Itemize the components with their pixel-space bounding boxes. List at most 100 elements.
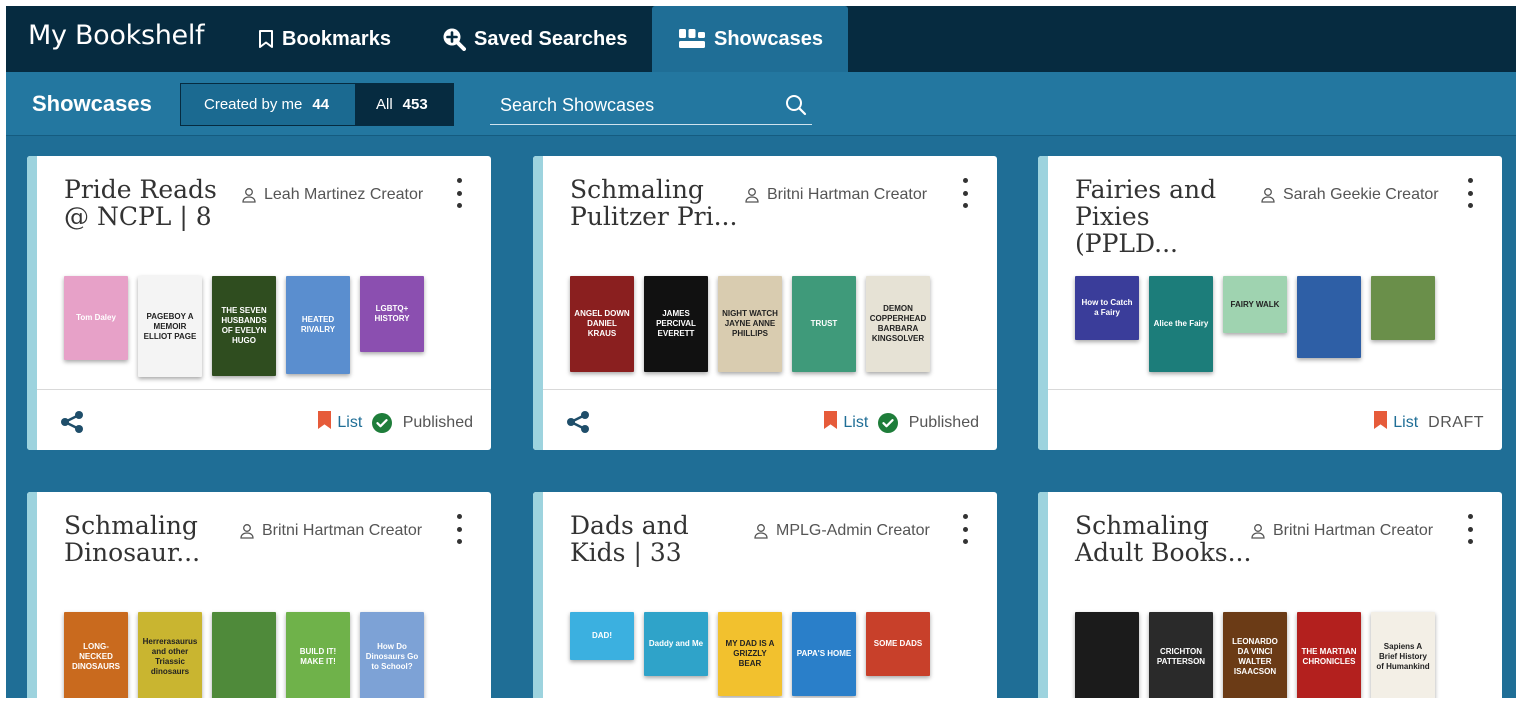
showcase-title[interactable]: Schmaling Adult Books...	[1075, 512, 1255, 566]
book-cover[interactable]: DAD!	[570, 612, 634, 660]
list-label: List	[1393, 413, 1419, 431]
book-cover[interactable]: THE SEVEN HUSBANDS OF EVELYN HUGO	[212, 276, 276, 376]
tab-showcases-label: Showcases	[714, 27, 823, 50]
showcases-toolbar: Showcases Created by me 44 All 453	[6, 72, 1516, 136]
more-options-icon[interactable]	[449, 176, 469, 210]
book-cover[interactable]: FAIRY WALK	[1223, 276, 1287, 333]
showcase-card[interactable]: Pride Reads @ NCPL | 8 Leah Martinez Cre…	[27, 156, 491, 450]
book-cover[interactable]: Tom Daley	[64, 276, 128, 360]
list-bookmark-icon	[317, 410, 332, 435]
filter-all-button[interactable]: All 453	[355, 84, 453, 125]
showcase-title[interactable]: Pride Reads @ NCPL | 8	[64, 176, 244, 230]
draft-label: DRAFT	[1428, 413, 1484, 431]
more-options-icon[interactable]	[1460, 512, 1480, 546]
book-cover[interactable]: THE MARTIAN CHRONICLES	[1297, 612, 1361, 698]
list-label: List	[337, 413, 363, 431]
book-cover[interactable]: CRICHTON PATTERSON	[1149, 612, 1213, 698]
showcase-icon	[678, 28, 706, 50]
user-icon	[744, 187, 760, 203]
share-icon[interactable]	[59, 410, 85, 439]
user-icon	[1260, 187, 1276, 203]
user-icon	[241, 187, 257, 203]
user-icon	[1250, 523, 1266, 539]
tab-saved-searches[interactable]: Saved Searches	[442, 6, 627, 72]
card-footer: List Published	[37, 389, 491, 450]
book-cover[interactable]: LGBTQ+ HISTORY	[360, 276, 424, 352]
book-cover[interactable]	[1371, 276, 1435, 340]
tab-bookmarks-label: Bookmarks	[282, 27, 391, 50]
book-cover[interactable]	[1075, 612, 1139, 698]
filter-created-by-me-button[interactable]: Created by me 44	[181, 84, 355, 125]
card-status: List DRAFT	[1373, 410, 1484, 435]
filter-all-label: All	[376, 96, 393, 113]
book-cover[interactable]: MY DAD IS A GRIZZLY BEAR	[718, 612, 782, 696]
showcase-title[interactable]: Schmaling Pulitzer Pri...	[570, 176, 750, 230]
user-icon	[239, 523, 255, 539]
list-label: List	[843, 413, 869, 431]
showcase-title[interactable]: Fairies and Pixies (PPLD...	[1075, 176, 1255, 257]
showcase-card[interactable]: Fairies and Pixies (PPLD... Sarah Geekie…	[1038, 156, 1502, 450]
book-cover[interactable]: LEONARDO DA VINCI WALTER ISAACSON	[1223, 612, 1287, 698]
showcase-card[interactable]: Schmaling Pulitzer Pri... Britni Hartman…	[533, 156, 997, 450]
showcase-creator: MPLG-Admin Creator	[753, 522, 930, 540]
more-options-icon[interactable]	[955, 512, 975, 546]
card-status: List Published	[317, 410, 473, 435]
book-cover[interactable]: Daddy and Me	[644, 612, 708, 676]
card-footer: List DRAFT	[1048, 389, 1502, 450]
book-cover[interactable]: Alice the Fairy	[1149, 276, 1213, 372]
app-title: My Bookshelf	[28, 20, 205, 51]
book-cover[interactable]: JAMES PERCIVAL EVERETT	[644, 276, 708, 372]
showcase-card[interactable]: Dads and Kids | 33 MPLG-Admin Creator DA…	[533, 492, 997, 698]
book-cover[interactable]: PAPA'S HOME	[792, 612, 856, 696]
showcase-card[interactable]: Schmaling Adult Books... Britni Hartman …	[1038, 492, 1502, 698]
book-cover[interactable]: BUILD IT! MAKE IT!	[286, 612, 350, 698]
showcase-creator: Britni Hartman Creator	[239, 522, 422, 540]
bookmark-icon	[258, 29, 274, 49]
showcase-creator: Britni Hartman Creator	[1250, 522, 1433, 540]
page-title: Showcases	[32, 91, 152, 116]
book-cover[interactable]: TRUST	[792, 276, 856, 372]
tab-bookmarks[interactable]: Bookmarks	[258, 6, 391, 72]
showcase-creator: Leah Martinez Creator	[241, 186, 423, 204]
book-cover[interactable]: NIGHT WATCH JAYNE ANNE PHILLIPS	[718, 276, 782, 372]
book-cover[interactable]: HEATED RIVALRY	[286, 276, 350, 374]
share-icon[interactable]	[565, 410, 591, 439]
book-cover[interactable]: PAGEBOY A MEMOIR ELLIOT PAGE	[138, 276, 202, 377]
book-cover[interactable]: LONG-NECKED DINOSAURS	[64, 612, 128, 698]
book-cover[interactable]: DEMON COPPERHEAD BARBARA KINGSOLVER	[866, 276, 930, 372]
list-bookmark-icon	[823, 410, 838, 435]
tab-showcases[interactable]: Showcases	[652, 6, 848, 72]
search-input[interactable]	[490, 88, 770, 122]
more-options-icon[interactable]	[1460, 176, 1480, 210]
book-cover[interactable]	[1297, 276, 1361, 358]
showcase-card[interactable]: Schmaling Dinosaur... Britni Hartman Cre…	[27, 492, 491, 698]
tab-saved-searches-label: Saved Searches	[474, 27, 628, 50]
more-options-icon[interactable]	[449, 512, 469, 546]
book-cover[interactable]: How to Catch a Fairy	[1075, 276, 1139, 340]
book-cover[interactable]: Herrerasaurus and other Triassic dinosau…	[138, 612, 202, 698]
published-status: Published	[372, 412, 473, 433]
showcase-title[interactable]: Schmaling Dinosaur...	[64, 512, 244, 566]
user-icon	[753, 523, 769, 539]
card-status: List Published	[823, 410, 979, 435]
check-circle-icon	[372, 412, 393, 433]
more-options-icon[interactable]	[955, 176, 975, 210]
book-cover[interactable]	[212, 612, 276, 698]
check-circle-icon	[878, 412, 899, 433]
filter-toggle: Created by me 44 All 453	[180, 83, 454, 126]
showcase-title[interactable]: Dads and Kids | 33	[570, 512, 750, 566]
top-navigation: My Bookshelf Bookmarks Saved Searches Sh…	[6, 6, 1516, 72]
book-cover[interactable]: Sapiens A Brief History of Humankind	[1371, 612, 1435, 698]
book-cover[interactable]: How Do Dinosaurs Go to School?	[360, 612, 424, 698]
search-plus-icon	[442, 27, 466, 51]
filter-created-by-me-count: 44	[312, 96, 330, 113]
app-window: My Bookshelf Bookmarks Saved Searches Sh…	[6, 6, 1516, 698]
status-label: Published	[908, 413, 979, 431]
book-cover[interactable]: SOME DADS	[866, 612, 930, 676]
search-box	[490, 88, 812, 125]
showcase-creator: Britni Hartman Creator	[744, 186, 927, 204]
book-cover[interactable]: ANGEL DOWN DANIEL KRAUS	[570, 276, 634, 372]
creator-name: Britni Hartman Creator	[767, 186, 928, 203]
search-icon[interactable]	[784, 93, 808, 122]
status-label: Published	[402, 413, 473, 431]
